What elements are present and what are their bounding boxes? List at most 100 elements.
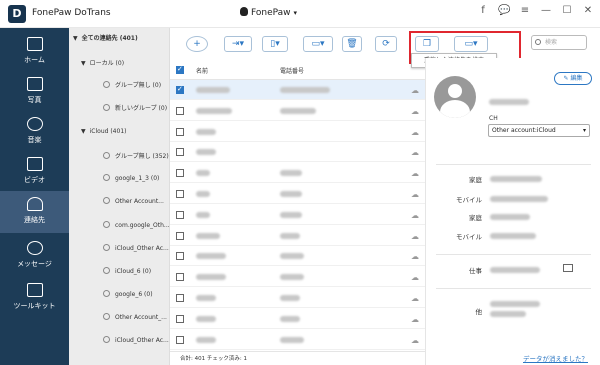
group-item[interactable]: Other Account... bbox=[103, 197, 164, 205]
group-item[interactable]: iCloud_Other Ac... bbox=[103, 244, 169, 252]
row-checkbox[interactable] bbox=[176, 294, 184, 302]
contact-name-cell bbox=[196, 149, 216, 156]
export-to-device-button[interactable]: ▯▾ bbox=[262, 36, 288, 52]
column-phone[interactable]: 電話番号 bbox=[280, 66, 304, 75]
toolkit-icon bbox=[26, 283, 43, 297]
device-name[interactable]: FonePaw ▾ bbox=[240, 7, 297, 18]
nav-toolkit[interactable]: ツールキット bbox=[0, 280, 69, 320]
account-label: CH bbox=[489, 115, 498, 122]
menu-icon[interactable]: ≡ bbox=[519, 5, 531, 16]
export-to-pc-button[interactable]: ▭▾ bbox=[303, 36, 333, 52]
facebook-icon[interactable]: f bbox=[477, 5, 489, 16]
contact-phone-cell bbox=[280, 170, 302, 177]
nav-home-label: ホーム bbox=[24, 56, 45, 64]
cloud-icon: ☁ bbox=[411, 335, 419, 345]
nav-contacts[interactable]: 連絡先 bbox=[0, 191, 69, 233]
add-button[interactable]: + bbox=[186, 36, 208, 52]
column-name[interactable]: 名前 bbox=[196, 66, 208, 75]
field-value bbox=[490, 311, 526, 317]
field-label: 仕事 bbox=[469, 267, 482, 275]
group-item[interactable]: iCloud_Other Ac... bbox=[103, 336, 169, 344]
nav-music[interactable]: 音楽 bbox=[0, 114, 69, 154]
group-item[interactable]: google_1_3 (0) bbox=[103, 174, 159, 182]
cloud-icon: ☁ bbox=[411, 231, 419, 241]
contact-list: 名前 電話番号 ☁ ☁ ☁ ☁ ☁ ☁ ☁ ☁ ☁ ☁ ☁ ☁ ☁ bbox=[170, 58, 425, 351]
row-checkbox[interactable] bbox=[176, 252, 184, 261]
table-row[interactable]: ☁ bbox=[170, 267, 425, 288]
table-row[interactable]: ☁ bbox=[170, 101, 425, 121]
table-row[interactable]: ☁ bbox=[170, 246, 425, 267]
maximize-button[interactable]: ☐ bbox=[561, 5, 573, 16]
group-item[interactable]: 新しいグループ (0) bbox=[103, 103, 167, 112]
row-checkbox[interactable] bbox=[176, 273, 184, 282]
group-item-label: com.google_Oth... bbox=[115, 222, 170, 229]
video-icon bbox=[26, 157, 43, 171]
table-row[interactable]: ☁ bbox=[170, 122, 425, 142]
import-button[interactable]: ⇥▾ bbox=[224, 36, 252, 52]
row-checkbox[interactable] bbox=[176, 85, 184, 94]
cloud-icon: ☁ bbox=[411, 148, 419, 158]
cloud-icon: ☁ bbox=[411, 273, 419, 283]
close-button[interactable]: ✕ bbox=[582, 5, 594, 16]
delete-button[interactable]: 🗑 bbox=[342, 36, 362, 52]
table-row[interactable]: ☁ bbox=[170, 330, 425, 350]
row-checkbox[interactable] bbox=[176, 335, 184, 344]
minimize-button[interactable]: — bbox=[540, 5, 552, 16]
group-item[interactable]: google_6 (0) bbox=[103, 290, 153, 298]
nav-toolkit-label: ツールキット bbox=[13, 302, 56, 310]
field-value bbox=[490, 176, 542, 182]
row-checkbox[interactable] bbox=[176, 210, 184, 219]
mail-icon[interactable] bbox=[563, 264, 573, 272]
refresh-button[interactable]: ⟳ bbox=[375, 36, 397, 52]
group-all[interactable]: ▼ 全ての連絡先 (401) bbox=[73, 33, 138, 42]
account-select[interactable]: Other account:iCloud ▾ bbox=[488, 124, 590, 137]
divider bbox=[436, 254, 591, 255]
data-missing-link[interactable]: データが消えました？ bbox=[523, 353, 588, 363]
nav-photos[interactable]: 写真 bbox=[0, 74, 69, 114]
edit-button[interactable]: ✎ 編集 bbox=[554, 72, 592, 85]
field-label: 家庭 bbox=[469, 214, 482, 222]
table-row[interactable]: ☁ bbox=[170, 309, 425, 329]
contact-name-cell bbox=[196, 336, 216, 343]
group-icloud[interactable]: ▼ iCloud (401) bbox=[81, 128, 126, 135]
feedback-icon[interactable]: 💬 bbox=[498, 5, 510, 16]
nav-home[interactable]: ホーム bbox=[0, 34, 69, 74]
divider bbox=[436, 164, 591, 165]
search-icon bbox=[535, 39, 541, 45]
table-row[interactable]: ☁ bbox=[170, 226, 425, 246]
table-row[interactable]: ☁ bbox=[170, 142, 425, 163]
avatar[interactable] bbox=[434, 76, 476, 118]
row-checkbox[interactable] bbox=[176, 106, 184, 115]
photo-icon bbox=[26, 77, 43, 91]
app-title: FonePaw DoTrans bbox=[32, 8, 111, 18]
table-row[interactable]: ☁ bbox=[170, 80, 425, 100]
search-input[interactable]: 検索 bbox=[531, 35, 587, 50]
nav-contacts-label: 連絡先 bbox=[24, 216, 45, 224]
group-item[interactable]: com.google_Oth... bbox=[103, 221, 170, 229]
table-row[interactable]: ☁ bbox=[170, 184, 425, 204]
nav-messages[interactable]: メッセージ bbox=[0, 238, 69, 278]
table-row[interactable]: ☁ bbox=[170, 163, 425, 184]
select-all-checkbox[interactable] bbox=[176, 65, 184, 74]
group-item-label: Other Account... bbox=[115, 198, 164, 205]
nav-video[interactable]: ビデオ bbox=[0, 154, 69, 194]
table-row[interactable]: ☁ bbox=[170, 288, 425, 308]
row-checkbox[interactable] bbox=[176, 231, 184, 240]
status-bar: 合計: 401 チェック済み: 1 bbox=[170, 351, 425, 365]
row-checkbox[interactable] bbox=[176, 169, 184, 178]
group-item[interactable]: グループ無し (0) bbox=[103, 80, 161, 89]
row-checkbox[interactable] bbox=[176, 190, 184, 198]
row-checkbox[interactable] bbox=[176, 314, 184, 323]
contact-name-cell bbox=[196, 315, 216, 322]
group-item[interactable]: Other Account_... bbox=[103, 313, 167, 321]
divider bbox=[436, 288, 591, 289]
table-row[interactable]: ☁ bbox=[170, 205, 425, 225]
group-local[interactable]: ▼ ローカル (0) bbox=[81, 58, 124, 67]
field-value bbox=[490, 301, 540, 307]
group-item[interactable]: iCloud_6 (0) bbox=[103, 267, 151, 275]
group-item[interactable]: グループ無し (352) bbox=[103, 151, 169, 160]
row-checkbox[interactable] bbox=[176, 127, 184, 136]
contact-phone-cell bbox=[280, 315, 300, 322]
home-icon bbox=[26, 37, 43, 51]
row-checkbox[interactable] bbox=[176, 148, 184, 157]
